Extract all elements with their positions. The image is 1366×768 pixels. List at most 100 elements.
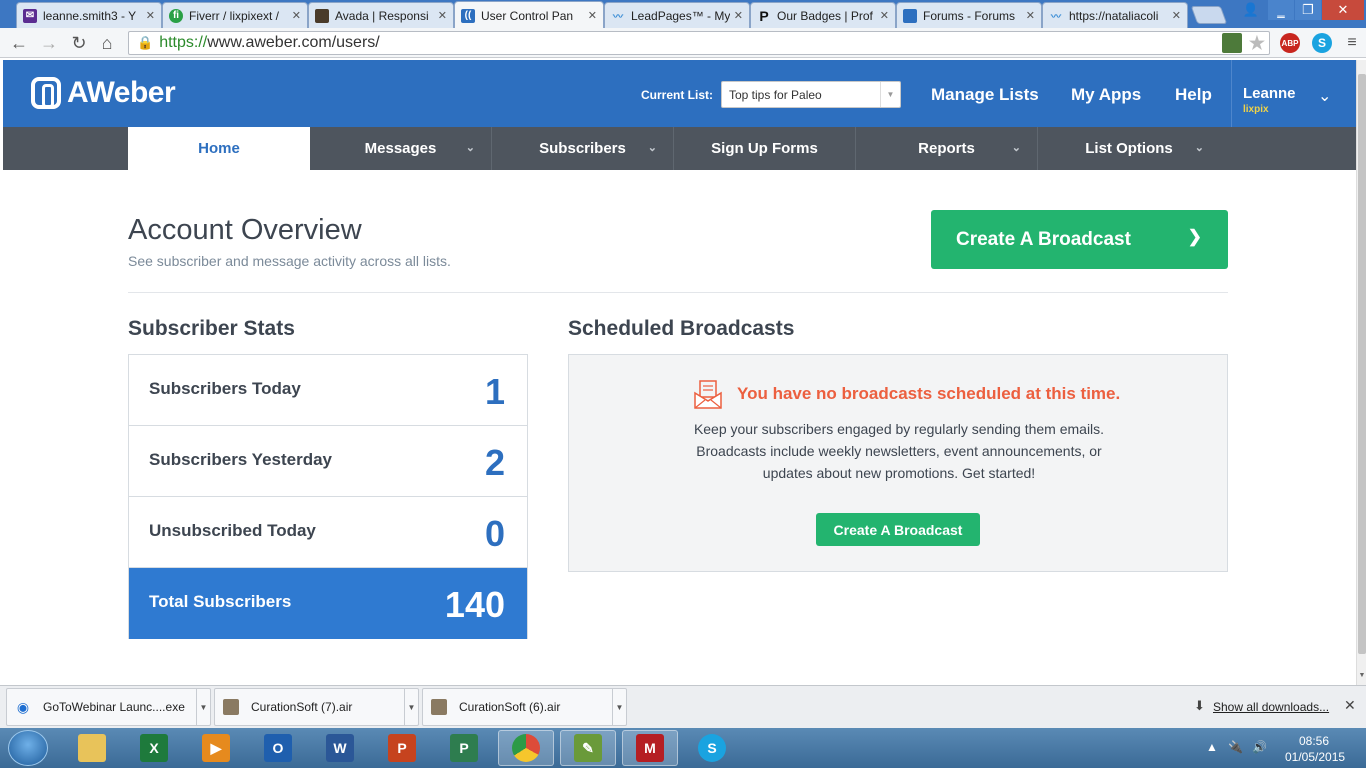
download-icon: ⬇	[1194, 698, 1205, 713]
tab-sign-up-forms[interactable]: Sign Up Forms	[674, 127, 856, 170]
clock-date[interactable]: 01/05/2015	[1285, 750, 1345, 764]
new-tab-button[interactable]	[1190, 6, 1228, 24]
browser-toolbar: ← → ↻ ⌂ 🔒 https://www.aweber.com/users/ …	[0, 28, 1366, 58]
media-player-icon[interactable]: ▶	[188, 730, 244, 766]
stat-row-unsubscribed-today[interactable]: Unsubscribed Today 0	[129, 497, 527, 568]
stat-value: 1	[484, 371, 505, 412]
browser-tab-strip: ✉ leanne.smith3 - Y ✕ fi Fiverr / lixpix…	[0, 0, 1366, 29]
page-title: Account Overview	[128, 214, 362, 246]
star-icon[interactable]: ★	[1247, 33, 1267, 53]
powerpoint-icon[interactable]: P	[374, 730, 430, 766]
tab-close-icon[interactable]: ✕	[880, 9, 889, 22]
download-item[interactable]: CurationSoft (7).air ▼	[214, 688, 419, 726]
minimize-icon[interactable]: ‗	[1268, 0, 1294, 20]
chevron-down-icon[interactable]: ▼	[612, 689, 626, 725]
skype-ext-icon[interactable]: S	[1312, 33, 1332, 53]
tab-close-icon[interactable]: ✕	[734, 9, 743, 22]
chevron-down-icon: ▼	[880, 82, 900, 107]
mcafee-icon[interactable]: M	[622, 730, 678, 766]
user-profile-icon[interactable]: 👤	[1237, 0, 1265, 20]
p-icon: P	[759, 7, 769, 24]
outlook-icon[interactable]: O	[250, 730, 306, 766]
tab-close-icon[interactable]: ✕	[438, 9, 447, 22]
nav-my-apps[interactable]: My Apps	[1071, 85, 1141, 105]
scrollbar-thumb[interactable]	[1358, 74, 1366, 654]
browser-tab[interactable]: 〰 LeadPages™ - My ✕	[604, 2, 750, 28]
chevron-down-icon[interactable]: ▼	[404, 689, 418, 725]
volume-icon[interactable]: 🔊	[1252, 740, 1267, 754]
avada-icon	[315, 8, 329, 23]
tab-close-icon[interactable]: ✕	[146, 9, 155, 22]
downloads-bar: ◉ GoToWebinar Launc....exe ▼ CurationSof…	[0, 685, 1366, 728]
explorer-icon[interactable]	[64, 730, 120, 766]
mail-icon: ✉	[23, 8, 37, 23]
tab-list-options[interactable]: List Options ⌄	[1038, 127, 1220, 170]
tab-home[interactable]: Home	[128, 127, 310, 170]
restore-icon[interactable]: ❐	[1295, 0, 1321, 20]
subscriber-stats-title: Subscriber Stats	[128, 317, 295, 340]
address-bar[interactable]: 🔒 https://www.aweber.com/users/	[128, 31, 1270, 55]
browser-tab[interactable]: ✉ leanne.smith3 - Y ✕	[16, 2, 162, 28]
word-icon[interactable]: W	[312, 730, 368, 766]
picture-icon[interactable]	[1222, 33, 1242, 53]
browser-tab[interactable]: 〰 https://nataliacoli ✕	[1042, 2, 1188, 28]
tab-close-icon[interactable]: ✕	[1172, 9, 1181, 22]
browser-tab[interactable]: P Our Badges | Prof ✕	[750, 2, 896, 28]
leadpages-icon: 〰	[613, 12, 623, 23]
tab-close-icon[interactable]: ✕	[588, 9, 597, 22]
download-item[interactable]: ◉ GoToWebinar Launc....exe ▼	[6, 688, 211, 726]
chevron-down-icon[interactable]: ▼	[196, 689, 210, 725]
stat-row-subscribers-yesterday[interactable]: Subscribers Yesterday 2	[129, 426, 527, 497]
download-item[interactable]: CurationSoft (6).air ▼	[422, 688, 627, 726]
create-broadcast-button[interactable]: Create A Broadcast ❯	[931, 210, 1228, 269]
tab-subscribers[interactable]: Subscribers ⌄	[492, 127, 674, 170]
clock-time[interactable]: 08:56	[1299, 734, 1329, 748]
divider	[128, 292, 1228, 293]
power-icon[interactable]: 🔌	[1228, 740, 1243, 754]
browser-tab-active[interactable]: (( User Control Pan ✕	[454, 1, 604, 29]
chrome-icon[interactable]	[498, 730, 554, 766]
tab-messages[interactable]: Messages ⌄	[310, 127, 492, 170]
project-icon[interactable]: P	[436, 730, 492, 766]
stat-row-total-subscribers[interactable]: Total Subscribers 140	[129, 568, 527, 639]
home-icon[interactable]: ⌂	[96, 32, 118, 54]
current-list-select[interactable]: Top tips for Paleo ▼	[721, 81, 901, 108]
nav-manage-lists[interactable]: Manage Lists	[931, 85, 1039, 105]
stat-row-subscribers-today[interactable]: Subscribers Today 1	[129, 355, 527, 426]
leadpages-icon: 〰	[1051, 12, 1061, 23]
start-button[interactable]	[8, 730, 48, 766]
forward-icon[interactable]: →	[38, 32, 60, 54]
air-file-icon	[223, 699, 239, 715]
aweber-logo[interactable]: AWeber	[31, 76, 176, 110]
skype-icon[interactable]: S	[684, 730, 740, 766]
nav-help[interactable]: Help	[1175, 85, 1212, 105]
browser-tab[interactable]: fi Fiverr / lixpixext / ✕	[162, 2, 308, 28]
stat-label: Subscribers Today	[149, 379, 301, 398]
back-icon[interactable]: ←	[8, 32, 30, 54]
user-menu[interactable]: Leanne lixpix ⌄	[1231, 60, 1356, 127]
close-window-icon[interactable]: ✕	[1322, 0, 1364, 20]
page-scrollbar[interactable]: ▼	[1356, 60, 1366, 685]
menu-icon[interactable]: ≡	[1342, 33, 1362, 53]
adblock-icon[interactable]: ABP	[1280, 33, 1300, 53]
excel-icon[interactable]: X	[126, 730, 182, 766]
show-hidden-icons-icon[interactable]: ▲	[1206, 740, 1218, 754]
browser-tab[interactable]: Avada | Responsi ✕	[308, 2, 454, 28]
tab-reports[interactable]: Reports ⌄	[856, 127, 1038, 170]
tab-close-icon[interactable]: ✕	[1026, 9, 1035, 22]
camtasia-icon[interactable]: ✎	[560, 730, 616, 766]
reload-icon[interactable]: ↻	[68, 32, 90, 54]
tab-close-icon[interactable]: ✕	[292, 9, 301, 22]
close-icon[interactable]: ✕	[1344, 697, 1356, 714]
create-broadcast-button-secondary[interactable]: Create A Broadcast	[816, 513, 980, 546]
main-nav: Home Messages ⌄ Subscribers ⌄ Sign Up Fo…	[3, 127, 1356, 170]
show-all-downloads-link[interactable]: Show all downloads...	[1213, 700, 1329, 714]
browser-tab[interactable]: Forums - Forums ✕	[896, 2, 1042, 28]
current-list-label: Current List:	[641, 88, 713, 102]
chevron-down-icon: ⌄	[647, 142, 657, 154]
stat-label: Unsubscribed Today	[149, 521, 316, 540]
scroll-down-arrow-icon[interactable]: ▼	[1357, 672, 1366, 679]
scheduled-broadcasts-title: Scheduled Broadcasts	[568, 317, 795, 340]
subscriber-stats-panel: Subscribers Today 1 Subscribers Yesterda…	[128, 354, 528, 639]
empty-state-text: Keep your subscribers engaged by regular…	[693, 421, 1105, 481]
